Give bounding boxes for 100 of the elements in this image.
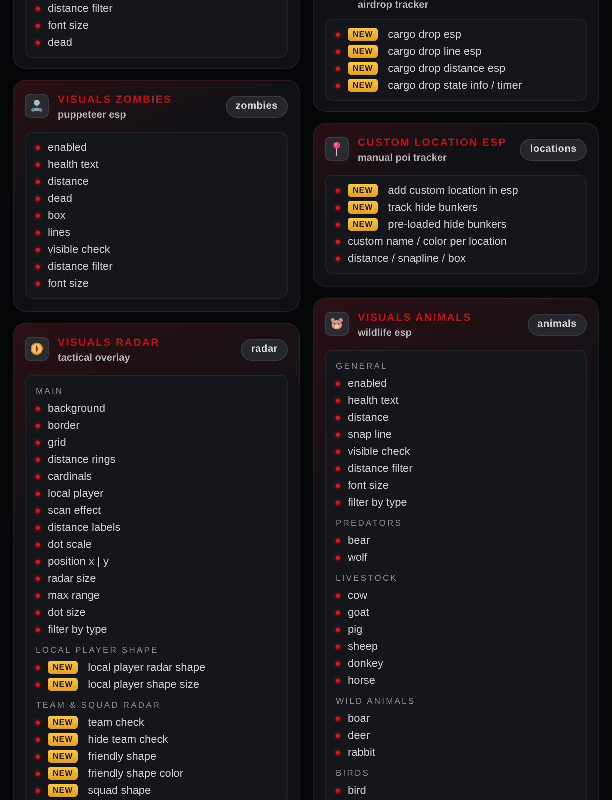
feature-label: distance labels: [48, 520, 121, 534]
bullet-icon: [336, 416, 340, 420]
new-tag: NEW: [348, 28, 378, 41]
feature-label: dot scale: [48, 538, 92, 552]
section-heading: PREDATORS: [336, 517, 404, 530]
card-title: VISUALS RADAR: [58, 337, 160, 349]
bullet-icon: [36, 264, 40, 268]
bullet-icon: [36, 738, 40, 742]
category-badge: radar: [241, 339, 288, 361]
feature-label: visible check: [348, 444, 410, 458]
feature-label: custom name / color per location: [348, 234, 507, 248]
feature-label: goat: [348, 606, 370, 620]
feature-label: pre-loaded hide bunkers: [388, 218, 507, 232]
bullet-icon: [36, 248, 40, 252]
feature-label: distance: [48, 174, 89, 188]
bullet-icon: [336, 466, 340, 470]
feature-label: local player: [48, 486, 104, 500]
bullet-icon: [36, 474, 40, 478]
new-tag: NEW: [348, 201, 378, 214]
bullet-icon: [36, 24, 40, 28]
bullet-icon: [336, 556, 340, 560]
feature-label: lines: [48, 226, 71, 240]
new-tag: NEW: [348, 45, 378, 58]
card-title: CUSTOM LOCATION ESP: [358, 137, 507, 149]
feature-label: cargo drop line esp: [388, 44, 482, 58]
section-heading: BIRDS: [336, 767, 371, 780]
section-heading: MAIN: [36, 385, 65, 398]
card-subtitle: puppeteer esp: [58, 110, 126, 122]
feature-label: dead: [48, 36, 72, 50]
feature-label: local player radar shape: [88, 660, 206, 674]
bullet-icon: [36, 720, 40, 724]
bullet-icon: [36, 180, 40, 184]
card-subtitle: tactical overlay: [58, 353, 130, 365]
feature-label: health text: [348, 394, 399, 408]
bullet-icon: [336, 678, 340, 682]
feature-label: health text: [48, 158, 99, 172]
feature-label: distance filter: [48, 2, 113, 16]
bullet-icon: [336, 382, 340, 386]
feature-label: track hide bunkers: [388, 200, 478, 214]
bullet-icon: [36, 754, 40, 758]
feature-label: deer: [348, 728, 370, 742]
bullet-icon: [36, 230, 40, 234]
feature-label: distance rings: [48, 452, 116, 466]
bullet-icon: [336, 750, 340, 754]
bullet-icon: [336, 432, 340, 436]
feature-label: distance: [348, 410, 389, 424]
new-tag: NEW: [48, 784, 78, 797]
bullet-icon: [36, 542, 40, 546]
feature-label: cardinals: [48, 470, 92, 484]
bullet-icon: [36, 40, 40, 44]
bullet-icon: [336, 206, 340, 210]
bullet-icon: [336, 84, 340, 88]
feature-label: enabled: [348, 376, 388, 390]
bullet-icon: [336, 66, 340, 70]
bullet-icon: [36, 628, 40, 632]
section-heading: LIVESTOCK: [336, 572, 399, 585]
pushpin-icon: [325, 137, 349, 161]
card-subtitle: airdrop tracker: [358, 0, 429, 12]
card-title: VISUALS ZOMBIES: [58, 94, 172, 106]
category-badge: locations: [520, 139, 587, 161]
bullet-icon: [36, 196, 40, 200]
bullet-icon: [36, 406, 40, 410]
feature-label: border: [48, 418, 80, 432]
bullet-icon: [36, 610, 40, 614]
feature-label: enabled: [48, 140, 88, 154]
feature-label: horse: [348, 674, 376, 688]
category-badge: zombies: [226, 96, 288, 118]
bullet-icon: [336, 222, 340, 226]
bullet-icon: [36, 594, 40, 598]
feature-label: distance / snapline / box: [348, 252, 466, 266]
card-subtitle: manual poi tracker: [358, 153, 447, 165]
bullet-icon: [336, 398, 340, 402]
section-heading: LOCAL PLAYER SHAPE: [36, 644, 160, 657]
feature-label: bear: [348, 534, 370, 548]
bullet-icon: [36, 526, 40, 530]
bullet-icon: [336, 788, 340, 792]
feature-label: scan effect: [48, 504, 101, 518]
feature-label: cargo drop state info / timer: [388, 78, 522, 92]
feature-label: dot size: [48, 606, 86, 620]
bullet-icon: [336, 50, 340, 54]
bullet-icon: [36, 560, 40, 564]
new-tag: NEW: [348, 62, 378, 75]
bullet-icon: [36, 282, 40, 286]
bullet-icon: [336, 716, 340, 720]
new-tag: NEW: [48, 678, 78, 691]
feature-label: visible check: [48, 242, 110, 256]
new-tag: NEW: [348, 184, 378, 197]
feature-label: rabbit: [348, 746, 376, 760]
bullet-icon: [336, 484, 340, 488]
feature-label: background: [48, 402, 106, 416]
new-tag: NEW: [48, 733, 78, 746]
new-tag: NEW: [348, 79, 378, 92]
feature-label: friendly shape: [88, 750, 157, 764]
bullet-icon: [36, 424, 40, 428]
bullet-icon: [336, 644, 340, 648]
bullet-icon: [336, 734, 340, 738]
feature-label: radar size: [48, 572, 96, 586]
bullet-icon: [36, 146, 40, 150]
section-heading: TEAM & SQUAD RADAR: [36, 699, 162, 712]
bullet-icon: [336, 594, 340, 598]
